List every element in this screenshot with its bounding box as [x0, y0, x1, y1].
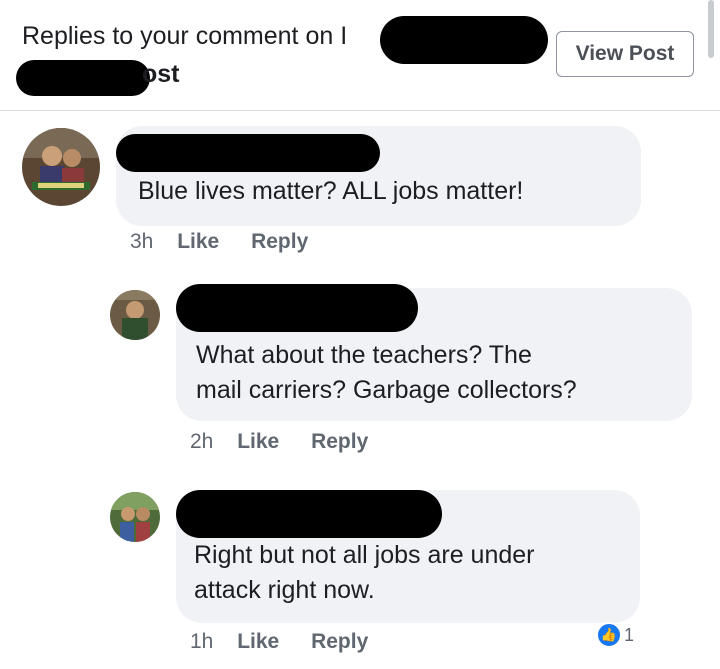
reaction-count: 1 [624, 624, 635, 645]
comment-text-line1: What about the teachers? The [196, 341, 532, 369]
comment-text-line2: mail carriers? Garbage collectors? [196, 376, 577, 404]
like-button[interactable]: Like [237, 430, 279, 453]
comment-timestamp[interactable]: 1h [190, 630, 213, 653]
avatar[interactable] [110, 492, 160, 542]
comment-timestamp[interactable]: 3h [130, 230, 153, 253]
redacted-commenter-name [116, 134, 380, 172]
header-title-line1: Replies to your comment on I [22, 22, 347, 51]
reply-button[interactable]: Reply [251, 230, 308, 253]
redacted-commenter-name [176, 490, 442, 538]
scrollbar[interactable] [708, 0, 714, 58]
redacted-commenter-name [176, 284, 418, 332]
like-button[interactable]: Like [177, 230, 219, 253]
like-button[interactable]: Like [237, 630, 279, 653]
reply-button[interactable]: Reply [311, 630, 368, 653]
redacted-page-name [380, 16, 548, 64]
comment-actions: 2h Like Reply [190, 430, 394, 454]
reply-button[interactable]: Reply [311, 430, 368, 453]
like-thumb-icon: 👍 [596, 622, 622, 648]
comment-actions: 1h Like Reply [190, 630, 394, 654]
avatar-photo-icon [110, 290, 160, 340]
header-title-prefix: Replies to your comment on [22, 22, 334, 50]
avatar[interactable] [22, 128, 100, 206]
header-title-suffix: ost [142, 60, 180, 88]
view-post-button[interactable]: View Post [556, 31, 694, 77]
avatar-photo-icon [22, 128, 100, 206]
notification-header: Replies to your comment on I ost View Po… [0, 0, 720, 111]
avatar[interactable] [110, 290, 160, 340]
avatar-photo-icon [110, 492, 160, 542]
reaction-summary[interactable]: 👍 1 [596, 622, 634, 648]
comment-text: Blue lives matter? ALL jobs matter! [138, 177, 524, 205]
comment-text-line2: attack right now. [194, 576, 375, 604]
comment-text-line1: Right but not all jobs are under [194, 541, 535, 569]
comment-actions: 3h Like Reply [130, 230, 334, 254]
comment-timestamp[interactable]: 2h [190, 430, 213, 453]
header-title-cut-char: I [340, 22, 348, 50]
redacted-author-name [16, 60, 150, 96]
